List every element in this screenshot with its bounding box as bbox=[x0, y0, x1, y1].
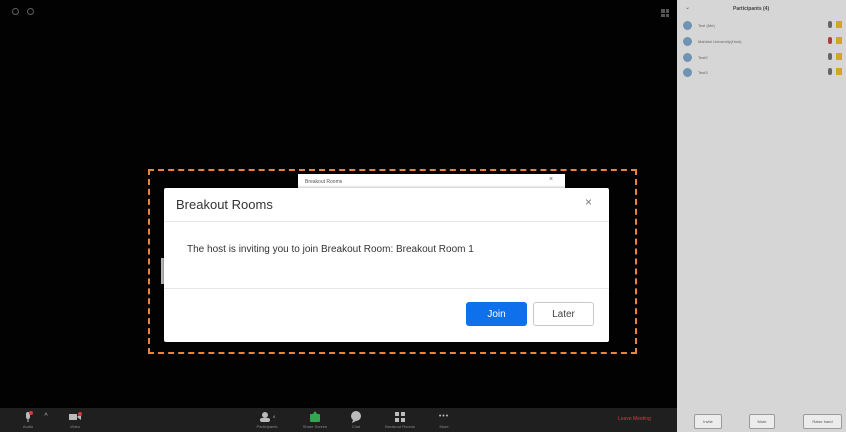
microphone-icon bbox=[26, 410, 33, 422]
participant-row[interactable]: Test (Me) bbox=[683, 21, 846, 30]
participant-row[interactable]: Test3 bbox=[683, 68, 846, 77]
video-camera-icon bbox=[69, 411, 82, 420]
dialog-divider bbox=[164, 221, 609, 222]
background-dialog-title: Breakout Rooms bbox=[305, 179, 343, 185]
later-button[interactable]: Later bbox=[533, 302, 594, 326]
more-dots-icon: ••• bbox=[438, 413, 450, 420]
participants-count: 4 bbox=[272, 414, 276, 419]
participants-label: Participants bbox=[256, 424, 278, 429]
microphone-icon bbox=[828, 53, 832, 60]
participant-name: Test (Me) bbox=[698, 23, 715, 28]
microphone-muted-icon bbox=[828, 37, 832, 44]
audio-label: Audio bbox=[22, 424, 34, 429]
avatar-icon bbox=[683, 53, 692, 62]
breakout-invite-dialog: Breakout Rooms × The host is inviting yo… bbox=[164, 188, 609, 342]
video-camera-icon bbox=[836, 68, 842, 75]
participants-button[interactable]: 4 Participants bbox=[247, 410, 287, 429]
participant-name: Mahidol University(Host) bbox=[698, 39, 742, 44]
close-icon[interactable]: × bbox=[549, 176, 553, 183]
background-breakout-dialog: Breakout Rooms × bbox=[298, 174, 565, 188]
chat-label: Chat bbox=[351, 424, 361, 429]
invite-button[interactable]: Invite bbox=[694, 414, 722, 429]
share-screen-icon bbox=[310, 410, 320, 422]
microphone-icon bbox=[828, 68, 832, 75]
participant-name: Test3 bbox=[698, 70, 708, 75]
avatar-icon bbox=[683, 68, 692, 77]
top-left-icons bbox=[12, 8, 34, 15]
meeting-toolbar: Audio ^ Video 4 Participants Share Scree… bbox=[0, 408, 677, 432]
participant-name: Test2 bbox=[698, 55, 708, 60]
dialog-title: Breakout Rooms bbox=[176, 197, 273, 212]
dialog-message: The host is inviting you to join Breakou… bbox=[187, 244, 474, 255]
avatar-icon bbox=[683, 37, 692, 46]
info-icon[interactable] bbox=[12, 8, 19, 15]
breakout-rooms-label: Breakout Rooms bbox=[385, 424, 415, 429]
share-screen-label: Share Screen bbox=[302, 424, 328, 429]
participants-panel: ⌄ Participants (4) Test (Me) Mahidol Uni… bbox=[677, 0, 846, 432]
collapse-chevron-icon[interactable]: ⌄ bbox=[685, 4, 690, 11]
avatar-icon bbox=[683, 21, 692, 30]
video-button[interactable]: Video bbox=[55, 410, 95, 429]
breakout-rooms-button[interactable]: Breakout Rooms bbox=[380, 410, 420, 429]
mute-button[interactable]: Mute bbox=[749, 414, 775, 429]
chevron-up-icon: ^ bbox=[44, 413, 48, 420]
chat-button[interactable]: Chat bbox=[336, 410, 376, 429]
raise-hand-button[interactable]: Raise hand bbox=[803, 414, 842, 429]
share-screen-button[interactable]: Share Screen bbox=[295, 410, 335, 429]
microphone-icon bbox=[828, 21, 832, 28]
dialog-divider bbox=[164, 288, 609, 289]
participant-row[interactable]: Test2 bbox=[683, 53, 846, 62]
more-label: More bbox=[439, 424, 449, 429]
audio-options-button[interactable]: ^ bbox=[38, 410, 54, 423]
participants-panel-title: Participants (4) bbox=[733, 6, 770, 12]
gallery-view-icon[interactable] bbox=[661, 9, 669, 17]
shield-icon[interactable] bbox=[27, 8, 34, 15]
more-button[interactable]: ••• More bbox=[424, 410, 464, 429]
participants-panel-actions: Invite Mute Raise hand bbox=[677, 414, 846, 429]
video-label: Video bbox=[69, 424, 81, 429]
join-button[interactable]: Join bbox=[466, 302, 527, 326]
video-camera-icon bbox=[836, 37, 842, 44]
participants-panel-header: ⌄ Participants (4) bbox=[677, 0, 846, 16]
chat-icon bbox=[351, 410, 361, 423]
video-camera-icon bbox=[836, 53, 842, 60]
video-camera-icon bbox=[836, 21, 842, 28]
participant-row[interactable]: Mahidol University(Host) bbox=[683, 37, 846, 46]
close-icon[interactable]: × bbox=[585, 195, 592, 209]
leave-meeting-button[interactable]: Leave Meeting bbox=[618, 416, 651, 422]
breakout-rooms-icon bbox=[395, 411, 405, 422]
